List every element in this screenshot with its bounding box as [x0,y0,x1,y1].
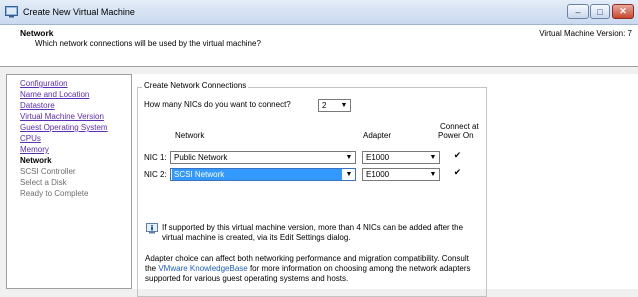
sidebar-item-datastore[interactable]: Datastore [20,101,55,111]
chevron-down-icon: ▼ [429,154,437,161]
maximize-icon: □ [597,6,603,17]
main-content: Create Network Connections How many NICs… [132,74,638,297]
sidebar-item-cpus[interactable]: CPUs [20,134,41,144]
chevron-down-icon: ▼ [340,102,348,109]
adapter-note-line2: the VMware KnowledgeBase for more inform… [145,264,471,273]
adapter-note-prefix: the [145,264,159,273]
window-title: Create New Virtual Machine [23,7,135,17]
nic2-network-value: SCSI Network [172,169,342,180]
nic2-connect-checkbox[interactable]: ✔ [453,168,462,177]
chevron-down-icon: ▼ [345,171,353,178]
nic1-network-select[interactable]: Public Network ▼ [170,151,356,164]
close-icon: ✕ [619,6,627,16]
wizard-steps-sidebar: Configuration Name and Location Datastor… [6,74,132,289]
sidebar-item-configuration[interactable]: Configuration [20,79,68,89]
info-text-line2: virtual machine is created, via its Edit… [162,233,351,242]
adapter-column-header: Adapter [363,131,392,140]
nic1-adapter-select[interactable]: E1000 ▼ [362,151,440,164]
vm-version-label: Virtual Machine Version: 7 [539,29,632,38]
nic-count-label: How many NICs do you want to connect? [144,100,291,109]
sidebar-item-ready-to-complete: Ready to Complete [20,189,89,198]
vm-icon [5,6,18,18]
sidebar-item-guest-os[interactable]: Guest Operating System [20,123,108,133]
nic1-connect-checkbox[interactable]: ✔ [453,151,462,160]
nic1-network-value: Public Network [174,153,228,162]
minimize-button[interactable]: – [567,4,589,19]
maximize-button[interactable]: □ [590,4,610,19]
nic-count-value: 2 [322,101,327,110]
adapter-note-suffix: for more information on choosing among t… [247,264,471,273]
nic1-label: NIC 1: [144,153,167,162]
chevron-down-icon: ▼ [345,154,353,161]
nic2-adapter-value: E1000 [366,170,390,179]
nic2-network-select[interactable]: SCSI Network ▼ [170,168,356,181]
nic1-adapter-value: E1000 [366,153,390,162]
chevron-down-icon: ▼ [429,171,437,178]
sidebar-item-scsi-controller: SCSI Controller [20,167,76,176]
sidebar-item-select-disk: Select a Disk [20,178,67,187]
adapter-note-line3: supported for various guest operating sy… [145,274,349,283]
nic2-label: NIC 2: [144,170,167,179]
sidebar-item-memory[interactable]: Memory [20,145,49,155]
connect-column-header-line2: Power On [438,131,474,140]
sidebar-item-vm-version[interactable]: Virtual Machine Version [20,112,104,122]
group-title: Create Network Connections [142,81,249,90]
minimize-icon: – [575,6,581,17]
adapter-note-line1: Adapter choice can affect both networkin… [145,254,469,263]
vmware-knowledgebase-link[interactable]: VMware KnowledgeBase [158,264,247,273]
wizard-header: Network Which network connections will b… [0,25,638,67]
info-icon [146,223,158,234]
page-subtitle: Which network connections will be used b… [35,39,261,48]
nic2-adapter-select[interactable]: E1000 ▼ [362,168,440,181]
connect-column-header-line1: Connect at [440,122,479,131]
page-title: Network [20,28,54,38]
info-text-line1: If supported by this virtual machine ver… [162,223,464,232]
window-titlebar[interactable]: Create New Virtual Machine – □ ✕ [0,0,638,25]
nic-count-select[interactable]: 2 ▼ [318,99,351,112]
close-button[interactable]: ✕ [612,4,634,19]
sidebar-item-network: Network [20,156,52,165]
network-column-header: Network [175,131,205,140]
sidebar-item-name-and-location[interactable]: Name and Location [20,90,89,100]
